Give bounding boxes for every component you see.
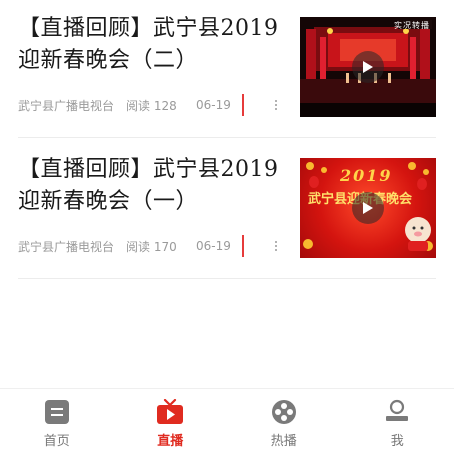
thumbnail-year: 2019 xyxy=(340,166,393,185)
more-options-icon[interactable] xyxy=(270,96,282,114)
article-date: 06-19 xyxy=(196,98,231,112)
play-icon xyxy=(363,61,373,73)
tv-icon xyxy=(157,399,184,424)
tab-label: 我 xyxy=(390,434,404,449)
article-source: 武宁县广播电视台 xyxy=(18,98,115,113)
tab-label: 首页 xyxy=(43,434,70,449)
play-icon xyxy=(363,202,373,214)
play-button[interactable] xyxy=(352,51,384,83)
article-title[interactable]: 【直播回顾】武宁县2019迎新春晚会（二） xyxy=(18,13,286,77)
article-item[interactable]: 【直播回顾】武宁县2019迎新春晚会（二） 武宁县广播电视台 阅读 128 06… xyxy=(18,0,436,138)
article-title[interactable]: 【直播回顾】武宁县2019迎新春晚会（一） xyxy=(18,154,286,218)
thumbnail-caption: 实况转播 xyxy=(394,21,430,30)
bottom-tab-bar: 首页 直播 热播 我 xyxy=(0,388,454,459)
tab-hot[interactable]: 热播 xyxy=(227,389,341,459)
tab-label: 直播 xyxy=(157,434,184,449)
article-thumbnail[interactable]: 2019 武宁县迎新春晚会 xyxy=(300,158,436,258)
article-meta: 武宁县广播电视台 阅读 170 06-19 xyxy=(18,235,244,257)
more-options-icon[interactable] xyxy=(270,237,282,255)
home-icon xyxy=(44,400,69,424)
live-marker xyxy=(242,94,244,116)
tab-home[interactable]: 首页 xyxy=(0,389,114,459)
tab-live[interactable]: 直播 xyxy=(114,389,228,459)
user-icon xyxy=(386,399,409,421)
article-thumbnail[interactable]: 实况转播 xyxy=(300,17,436,117)
tab-label: 热播 xyxy=(270,434,297,449)
film-reel-icon xyxy=(271,400,296,424)
live-marker xyxy=(242,235,244,257)
tab-me[interactable]: 我 xyxy=(341,389,454,459)
article-source: 武宁县广播电视台 xyxy=(18,239,115,254)
article-meta: 武宁县广播电视台 阅读 128 06-19 xyxy=(18,94,244,116)
article-read-count: 阅读 128 xyxy=(126,98,177,113)
article-read-count: 阅读 170 xyxy=(126,239,177,254)
article-date: 06-19 xyxy=(196,239,231,253)
article-item[interactable]: 【直播回顾】武宁县2019迎新春晚会（一） 武宁县广播电视台 阅读 170 06… xyxy=(18,141,436,279)
play-button[interactable] xyxy=(352,192,384,224)
